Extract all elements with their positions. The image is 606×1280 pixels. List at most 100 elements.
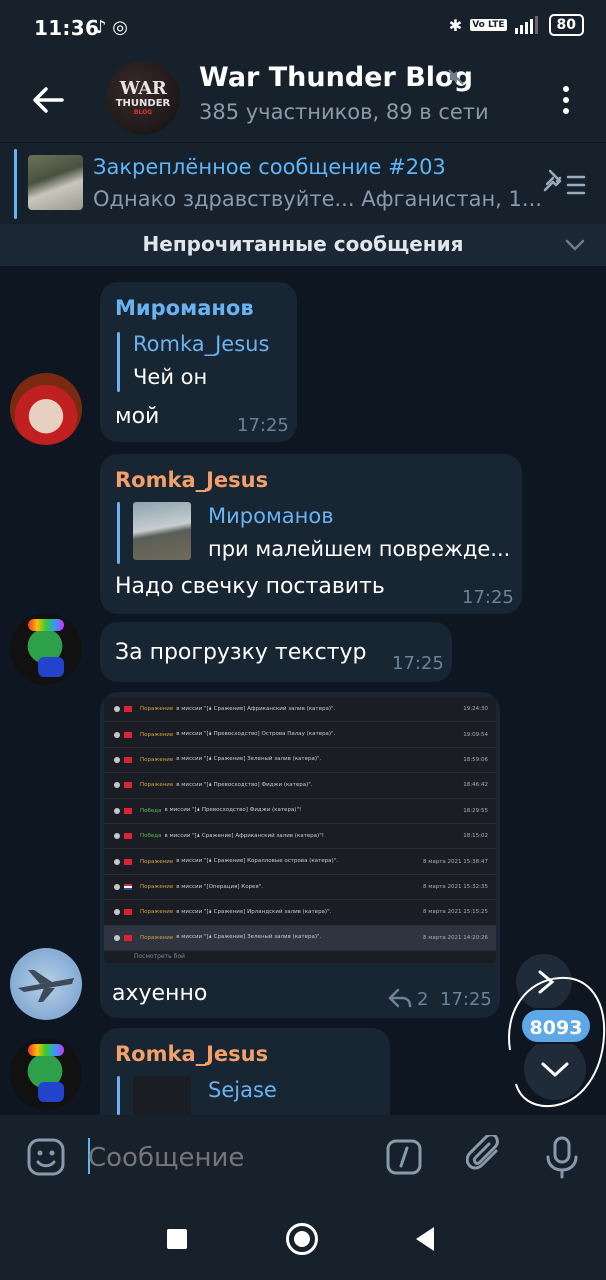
- hand-drawn-circle: [508, 976, 606, 1108]
- more-vert-icon[interactable]: [554, 80, 578, 120]
- back-button[interactable]: [416, 1227, 434, 1251]
- bot-command-icon[interactable]: [386, 1139, 422, 1175]
- log-date: 18:15:02: [463, 833, 488, 840]
- recents-button[interactable]: [167, 1229, 187, 1249]
- pinned-text: Однако здравствуйте... Афганистан, 1...: [93, 187, 542, 211]
- attach-icon[interactable]: [466, 1135, 506, 1179]
- log-message: в миссии "[🌢 Превосходство] Острова Пала…: [176, 731, 336, 738]
- pinned-thumbnail: [28, 155, 83, 210]
- parachute-icon: [114, 934, 120, 941]
- mute-icon: [448, 69, 464, 85]
- sender-name[interactable]: Romka_Jesus: [115, 1042, 268, 1066]
- log-row: Поражение в миссии "[🌢 Сражение] Ирландск…: [104, 900, 496, 926]
- log-status: Поражение: [140, 883, 174, 890]
- chat-subtitle: 385 участников, 89 в сети: [199, 100, 489, 124]
- log-date: 18:59:06: [463, 756, 488, 763]
- mic-icon[interactable]: [544, 1135, 580, 1179]
- message-text: мой: [115, 404, 160, 429]
- reply-text: Чей он: [133, 365, 208, 389]
- log-status: Поражение: [140, 756, 174, 763]
- sender-name[interactable]: Romka_Jesus: [115, 468, 268, 492]
- reply-icon[interactable]: [388, 987, 412, 1009]
- system-nav-bar: [0, 1199, 606, 1280]
- message-text: ахуенно: [112, 981, 208, 1006]
- log-message: в миссии "[🌢 Сражение] Африканский залив…: [164, 832, 324, 839]
- signal-icon: [514, 16, 538, 34]
- parachute-icon: [114, 909, 120, 916]
- pin-list-icon[interactable]: [540, 167, 588, 199]
- chat-title[interactable]: War Thunder Blog: [199, 62, 473, 93]
- message-composer: [0, 1115, 606, 1199]
- log-status: Победа: [140, 833, 162, 840]
- unread-label: Непрочитанные сообщения: [142, 232, 464, 256]
- parachute-icon: [114, 731, 120, 738]
- log-footer: Посмотреть бой: [134, 952, 185, 960]
- log-date: 18:29:55: [463, 807, 488, 814]
- parachute-icon: [114, 833, 120, 840]
- log-row: Поражение в миссии "[🌢 Превосходство] Фид…: [104, 773, 496, 799]
- avatar[interactable]: [10, 613, 82, 685]
- log-message: в миссии "[🌢 Сражение] Ирландский залив …: [176, 908, 332, 915]
- message-bubble[interactable]: За прогрузку текстур 17:25: [100, 622, 452, 682]
- parachute-icon: [114, 756, 120, 763]
- message-time: 17:25: [392, 653, 444, 674]
- flag-icon: [124, 909, 132, 916]
- log-status: Победа: [140, 807, 162, 814]
- log-row: Поражение в миссии "[🌢 Сражение] Зеленый …: [104, 925, 496, 951]
- sender-name[interactable]: Мироманов: [115, 296, 254, 320]
- pinned-message[interactable]: Закреплённое сообщение #203 Однако здрав…: [0, 142, 606, 224]
- log-date: 8 марта 2021 15:15:25: [422, 909, 488, 916]
- volte-icon: Vo LTE: [470, 19, 507, 31]
- chevron-down-icon[interactable]: [563, 235, 587, 255]
- reply-thumbnail: [133, 502, 191, 560]
- log-message: в миссии "[🌢 Сражение] Зеленый залив (ка…: [176, 934, 322, 941]
- flag-icon: [124, 858, 132, 865]
- log-status: Поражение: [140, 706, 174, 713]
- log-row: Победа в миссии "[🌢 Превосходство] Фиджи …: [104, 799, 496, 824]
- reply-name[interactable]: Romka_Jesus: [133, 332, 269, 356]
- reply-thumbnail: [133, 1076, 191, 1115]
- parachute-icon: [114, 706, 120, 713]
- message-bubble[interactable]: Romka_Jesus Мироманов при малейшем повре…: [100, 454, 522, 614]
- log-status: Поражение: [140, 731, 174, 738]
- log-date: 8 марта 2021 14:20:26: [422, 934, 488, 941]
- message-input[interactable]: [88, 1143, 368, 1173]
- battle-log: Поражение в миссии "[🌢 Сражение] Африканс…: [104, 697, 496, 951]
- notification-icons: ♪ ◎: [95, 17, 128, 38]
- battery-icon: 80: [548, 14, 584, 36]
- log-message: в миссии "[Операция] Корея".: [176, 883, 264, 890]
- log-date: 19:09:54: [463, 731, 488, 738]
- log-row: Победа в миссии "[🌢 Сражение] Африканский…: [104, 824, 496, 850]
- avatar[interactable]: [10, 1038, 82, 1110]
- reply-text: при малейшем поврежде...: [208, 537, 511, 561]
- flag-icon: [124, 782, 132, 789]
- message-time: 17:25: [462, 587, 514, 608]
- log-date: 18:46:42: [463, 782, 488, 789]
- message-text: Надо свечку поставить: [115, 574, 385, 599]
- reply-count: 2: [417, 989, 429, 1010]
- emoji-icon[interactable]: [26, 1137, 66, 1177]
- chat-avatar[interactable]: WAR THUNDER BLOG: [106, 61, 180, 135]
- avatar[interactable]: [10, 948, 82, 1020]
- message-text: За прогрузку текстур: [115, 640, 367, 665]
- log-message: в миссии "[🌢 Сражение] Коралловые остров…: [176, 858, 338, 865]
- message-bubble[interactable]: Мироманов Romka_Jesus Чей он мой 17:25: [100, 282, 297, 442]
- back-arrow-icon[interactable]: [28, 80, 68, 120]
- avatar[interactable]: [10, 373, 82, 445]
- pinned-indicator: [14, 149, 17, 219]
- parachute-icon: [114, 883, 120, 890]
- parachute-icon: [114, 807, 120, 814]
- home-button[interactable]: [286, 1223, 318, 1255]
- airplane-icon: [18, 970, 74, 1002]
- message-image[interactable]: Поражение в миссии "[🌢 Сражение] Африканс…: [104, 697, 496, 963]
- log-message: в миссии "[🌢 Сражение] Зеленый залив (ка…: [176, 756, 322, 763]
- log-message: в миссии "[🌢 Сражение] Африканский залив…: [176, 705, 336, 712]
- log-message: в миссии "[🌢 Превосходство] Фиджи (катер…: [176, 781, 313, 788]
- log-row: Поражение в миссии "[🌢 Сражение] Кораллов…: [104, 849, 496, 875]
- reply-name[interactable]: Мироманов: [208, 504, 334, 528]
- message-bubble[interactable]: Romka_Jesus Sejase: [100, 1028, 390, 1115]
- flag-icon: [124, 883, 132, 890]
- log-status: Поражение: [140, 782, 174, 789]
- reply-name[interactable]: Sejase: [208, 1078, 277, 1102]
- log-status: Поражение: [140, 909, 174, 916]
